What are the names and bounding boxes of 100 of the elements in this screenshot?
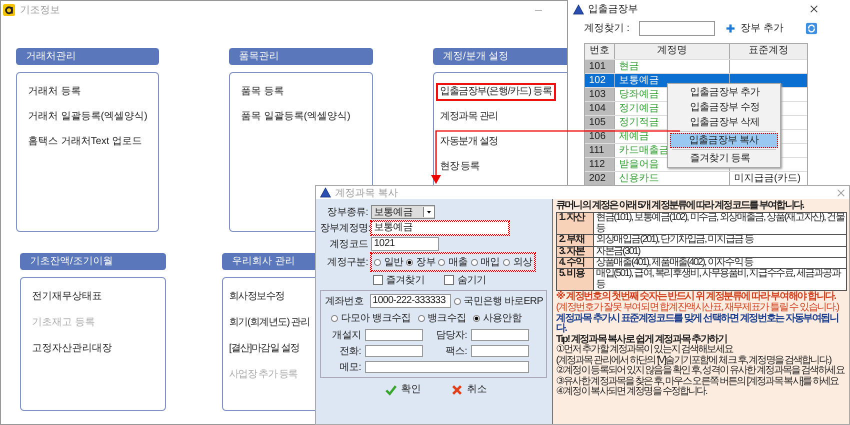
context-menu-item[interactable]: 즐겨찾기 등록	[668, 151, 780, 166]
field-label: 개설지	[331, 329, 361, 342]
category-name: 1. 자산	[557, 213, 594, 234]
refresh-icon[interactable]	[805, 22, 818, 34]
code-text: 101	[589, 61, 606, 72]
menu-link[interactable]: [결산]마감일 설정	[225, 340, 304, 358]
context-menu-item[interactable]: 입출금장부 복사	[670, 133, 778, 148]
input-field[interactable]	[471, 345, 529, 357]
menu-link[interactable]: 자동분개 설정	[436, 133, 502, 151]
menu-link[interactable]: 거래처 등록	[24, 83, 85, 101]
menu-link[interactable]: 홈택스 거래처Text 업로드	[24, 133, 146, 151]
code-text: 102	[589, 75, 606, 86]
search-label: 계정찾기 :	[584, 22, 630, 35]
category-examples: 매입(501), 급여, 복리후생비, 사무용품비, 지급수수료, 세금과공과 등	[595, 269, 842, 290]
code-text: 105	[589, 117, 606, 128]
category-name: 2. 부채	[557, 235, 594, 246]
account-name: 정기적금	[619, 117, 659, 128]
code-text: 111	[589, 145, 604, 156]
column-header: 표준계정	[748, 44, 790, 58]
radio-button[interactable]: 뱅크수집	[418, 311, 466, 325]
field-label: 장부계정명:	[320, 222, 368, 235]
category-examples: 상품매출(401), 제품매출(402), 이자수익 등	[595, 258, 753, 268]
radio-button[interactable]: 매출	[438, 255, 468, 269]
checkbox[interactable]: 즐겨찾기	[373, 273, 424, 287]
field-label: 전화:	[338, 345, 361, 358]
account-name: 현금	[619, 61, 639, 72]
menu-link[interactable]: 회기(회계년도) 관리	[225, 314, 314, 332]
close-icon[interactable]	[810, 5, 818, 13]
app-logo-icon	[3, 4, 15, 16]
input-field[interactable]	[471, 329, 529, 341]
tip-step: ②계정이 등록되어 있지 않음을 확인 후, 성격이 유사한 계정과목을 검색하세요	[556, 366, 847, 376]
radio-button[interactable]: 다모아 뱅크수집	[331, 311, 411, 325]
field-label: 계좌번호	[325, 295, 364, 308]
category-name: 5. 비용	[557, 269, 594, 290]
confirm-button[interactable]: 확인	[382, 383, 424, 396]
radio-button[interactable]: 일반	[374, 255, 404, 269]
search-field[interactable]	[638, 20, 715, 36]
menu-link[interactable]: 회사정보수정	[225, 288, 288, 306]
radio-button[interactable]: 매입	[470, 255, 500, 269]
menu-link[interactable]: 입출금장부(은행/카드) 등록	[436, 83, 556, 101]
caret-icon	[423, 207, 434, 217]
input-field[interactable]	[365, 345, 423, 357]
field-label: 팩스:	[444, 345, 467, 358]
input-field[interactable]	[365, 361, 529, 373]
add-ledger-button[interactable]: 장부 추가	[726, 21, 784, 35]
context-menu-item[interactable]: 입출금장부 삭제	[668, 115, 780, 130]
tip-step: ④계정이 복사되면 계정명을 수정합니다.	[556, 386, 847, 398]
context-menu-item[interactable]: 입출금장부 수정	[668, 100, 780, 115]
menu-link[interactable]: 현장 등록	[436, 158, 484, 176]
group-header: 품목관리	[229, 48, 373, 65]
radio-button[interactable]: 국민은행 바로ERP	[454, 294, 543, 308]
warning-note: (계정번호가 잘못 부여되면 합계잔액시산표, 재무제표가 틀릴 수 있습니다.)	[556, 302, 840, 313]
input-field[interactable]: 보통예금	[371, 221, 509, 235]
ledger-type-dropdown[interactable]: 보통예금	[371, 205, 435, 219]
account-name: 정기예금	[619, 103, 659, 114]
close-icon	[451, 384, 463, 396]
input-field[interactable]	[365, 329, 423, 341]
menu-link[interactable]: 고정자산관리대장	[28, 340, 116, 358]
code-text: 103	[589, 89, 606, 100]
auto-number-note: 계정과목 추가시 표준계정코드를 맞게 선택하면 계정번호는 자동부여됩니다.	[556, 314, 840, 334]
input-field[interactable]: 1021	[371, 237, 439, 251]
category-name: 3. 자본	[557, 246, 594, 258]
field-label: 담당자:	[434, 329, 467, 342]
window-title: 기조정보	[20, 4, 60, 17]
account-name: 제예금	[619, 131, 649, 142]
code-text: 106	[589, 131, 606, 142]
radio-button[interactable]: 사용안함	[473, 311, 522, 325]
window-title: 입출금장부	[588, 3, 638, 16]
tip-step: ①먼저 추가할 계정과목이 있는지 검색해보세요	[556, 345, 847, 356]
menu-link[interactable]: 거래처 일괄등록(엑셀양식)	[24, 108, 152, 126]
radio-button[interactable]: 장부	[406, 255, 436, 269]
menu-link[interactable]: 전기재무상태표	[28, 288, 106, 306]
account-name: 보통예금	[619, 75, 659, 86]
menu-link[interactable]: 품목 등록	[237, 83, 288, 101]
category-name: 4. 수익	[557, 258, 594, 268]
field-label: 메모:	[338, 361, 361, 374]
cancel-button[interactable]: 취소	[448, 383, 490, 396]
field-label: 계정코드	[328, 238, 368, 251]
plus-icon	[726, 24, 735, 32]
tip-title: Tip! 계정과목 복사로 쉽게 계정과목 추가하기	[556, 334, 727, 345]
info-heading: 큐머니의 계정은 아래 5개 계정분류에 따라 계정코드를 부여합니다.	[556, 201, 805, 212]
menu-link[interactable]: 계정과목 관리	[436, 108, 502, 126]
context-menu-item[interactable]: 입출금장부 추가	[668, 85, 780, 100]
account-name: 카드매출금	[619, 145, 669, 156]
tip-step: (계정과목 관리에서 하단의 '[V]숨기기포함'에 체크 후, 계정명을 검색합니다.)	[556, 356, 847, 366]
radio-button[interactable]: 외상	[502, 255, 532, 269]
category-examples: 자본금(301)	[595, 246, 640, 257]
column-header: 계정명	[615, 44, 730, 59]
standard-account: 미지급금(카드)	[734, 173, 801, 184]
account-name: 신용카드	[619, 173, 659, 184]
field-label: 계정구분:	[326, 256, 368, 269]
tip-step: ③유사한 계정과목을 찾은 후, 마우스 오른쪽 버튼의 [계정과목 복사]를 하세요	[556, 376, 847, 387]
menu-link[interactable]: 품목 일괄등록(엑셀양식)	[237, 108, 354, 126]
group-header: 기초잔액/조기이월	[20, 253, 166, 270]
category-examples: 현금(101), 보통예금(102), 미수금, 외상매출금, 상품(재고자산), 건물 등	[595, 213, 846, 234]
checkbox[interactable]: 숨기기	[444, 273, 486, 287]
triangle-icon	[573, 4, 584, 14]
code-text: 104	[589, 103, 606, 114]
input-field[interactable]: 1000-222-333333	[370, 294, 451, 308]
triangle-icon	[320, 187, 331, 198]
